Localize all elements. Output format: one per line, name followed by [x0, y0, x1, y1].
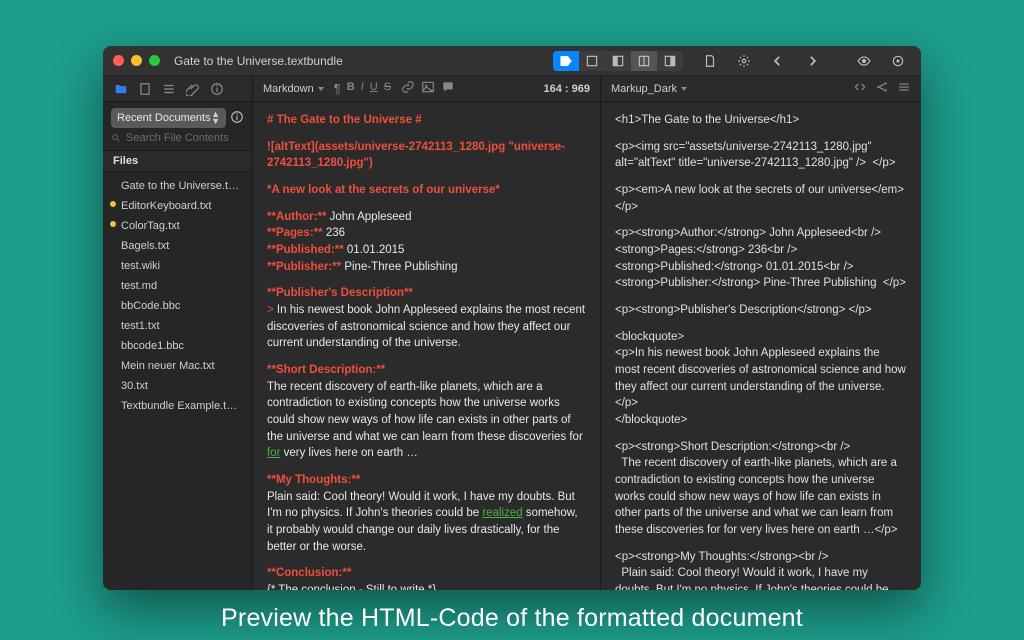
zoom-window-button[interactable]: [149, 55, 160, 66]
markdown-editor[interactable]: # The Gate to the Universe # ![altText](…: [253, 102, 601, 590]
comment-icon[interactable]: [441, 80, 455, 97]
paragraph-icon[interactable]: ¶: [334, 81, 341, 96]
layout-segment: [553, 51, 683, 71]
file-list: Gate to the Universe.textbu…EditorKeyboa…: [103, 172, 252, 420]
app-window: Gate to the Universe.textbundle Markdown: [103, 46, 921, 590]
info-icon[interactable]: [209, 81, 225, 97]
strike-button[interactable]: S: [384, 81, 391, 96]
share-icon[interactable]: [875, 80, 889, 97]
gear-icon[interactable]: [731, 51, 757, 71]
list-icon[interactable]: [161, 81, 177, 97]
document-menu-icon[interactable]: [697, 51, 723, 71]
format-buttons: ¶ B I U S: [334, 81, 391, 96]
forward-icon[interactable]: [799, 51, 825, 71]
insert-buttons: [401, 80, 455, 97]
search-input[interactable]: Search File Contents: [111, 132, 244, 144]
minimize-window-button[interactable]: [131, 55, 142, 66]
html-preview[interactable]: <h1>The Gate to the Universe</h1> <p><im…: [601, 102, 921, 590]
file-list-item[interactable]: bbCode.bbc: [103, 296, 252, 316]
focus-mode-icon[interactable]: [885, 51, 911, 71]
underline-button[interactable]: U: [370, 81, 378, 96]
files-header: Files: [103, 150, 252, 172]
marketing-caption: Preview the HTML-Code of the formatted d…: [0, 604, 1024, 633]
preview-tools: Markup_Dark: [601, 76, 921, 101]
secondary-toolbar: Markdown ¶ B I U S 164 : 969 Markup_Dark: [103, 76, 921, 102]
file-list-item[interactable]: Textbundle Example.textbu…: [103, 396, 252, 416]
window-controls: [113, 55, 160, 66]
file-list-item[interactable]: Bagels.txt: [103, 236, 252, 256]
back-icon[interactable]: [765, 51, 791, 71]
word-char-counter: 164 : 969: [544, 83, 590, 95]
code-view-icon[interactable]: [853, 80, 867, 97]
recent-documents-dropdown[interactable]: Recent Documents ▲▼: [111, 108, 226, 128]
bold-button[interactable]: B: [347, 81, 355, 96]
file-list-item[interactable]: test.wiki: [103, 256, 252, 276]
sidebar: Recent Documents ▲▼ Search File Contents…: [103, 102, 253, 590]
italic-button[interactable]: I: [361, 81, 364, 96]
link-icon[interactable]: [401, 80, 415, 97]
close-window-button[interactable]: [113, 55, 124, 66]
layout-single-icon[interactable]: [579, 51, 605, 71]
recent-info-icon[interactable]: [230, 110, 244, 127]
menu-icon[interactable]: [897, 80, 911, 97]
tag-icon[interactable]: [553, 51, 579, 71]
recent-documents-label: Recent Documents: [117, 112, 211, 124]
file-list-item[interactable]: Gate to the Universe.textbu…: [103, 176, 252, 196]
folder-icon[interactable]: [113, 81, 129, 97]
file-list-item[interactable]: test1.txt: [103, 316, 252, 336]
preview-theme-dropdown[interactable]: Markup_Dark: [611, 83, 687, 95]
sidebar-tools: [103, 76, 253, 101]
layout-left-icon[interactable]: [605, 51, 631, 71]
new-doc-icon[interactable]: [137, 81, 153, 97]
layout-right-icon[interactable]: [657, 51, 683, 71]
visibility-menu-icon[interactable]: [851, 51, 877, 71]
file-list-item[interactable]: ColorTag.txt: [103, 216, 252, 236]
syntax-dropdown[interactable]: Markdown: [263, 83, 324, 95]
image-icon[interactable]: [421, 80, 435, 97]
titlebar: Gate to the Universe.textbundle: [103, 46, 921, 76]
file-list-item[interactable]: 30.txt: [103, 376, 252, 396]
file-list-item[interactable]: EditorKeyboard.txt: [103, 196, 252, 216]
file-list-item[interactable]: Mein neuer Mac.txt: [103, 356, 252, 376]
editor-tools: Markdown ¶ B I U S 164 : 969: [253, 76, 601, 101]
file-list-item[interactable]: test.md: [103, 276, 252, 296]
window-title: Gate to the Universe.textbundle: [174, 54, 343, 68]
attachment-icon[interactable]: [185, 81, 201, 97]
file-list-item[interactable]: bbcode1.bbc: [103, 336, 252, 356]
search-placeholder: Search File Contents: [126, 132, 229, 144]
layout-split-icon[interactable]: [631, 51, 657, 71]
